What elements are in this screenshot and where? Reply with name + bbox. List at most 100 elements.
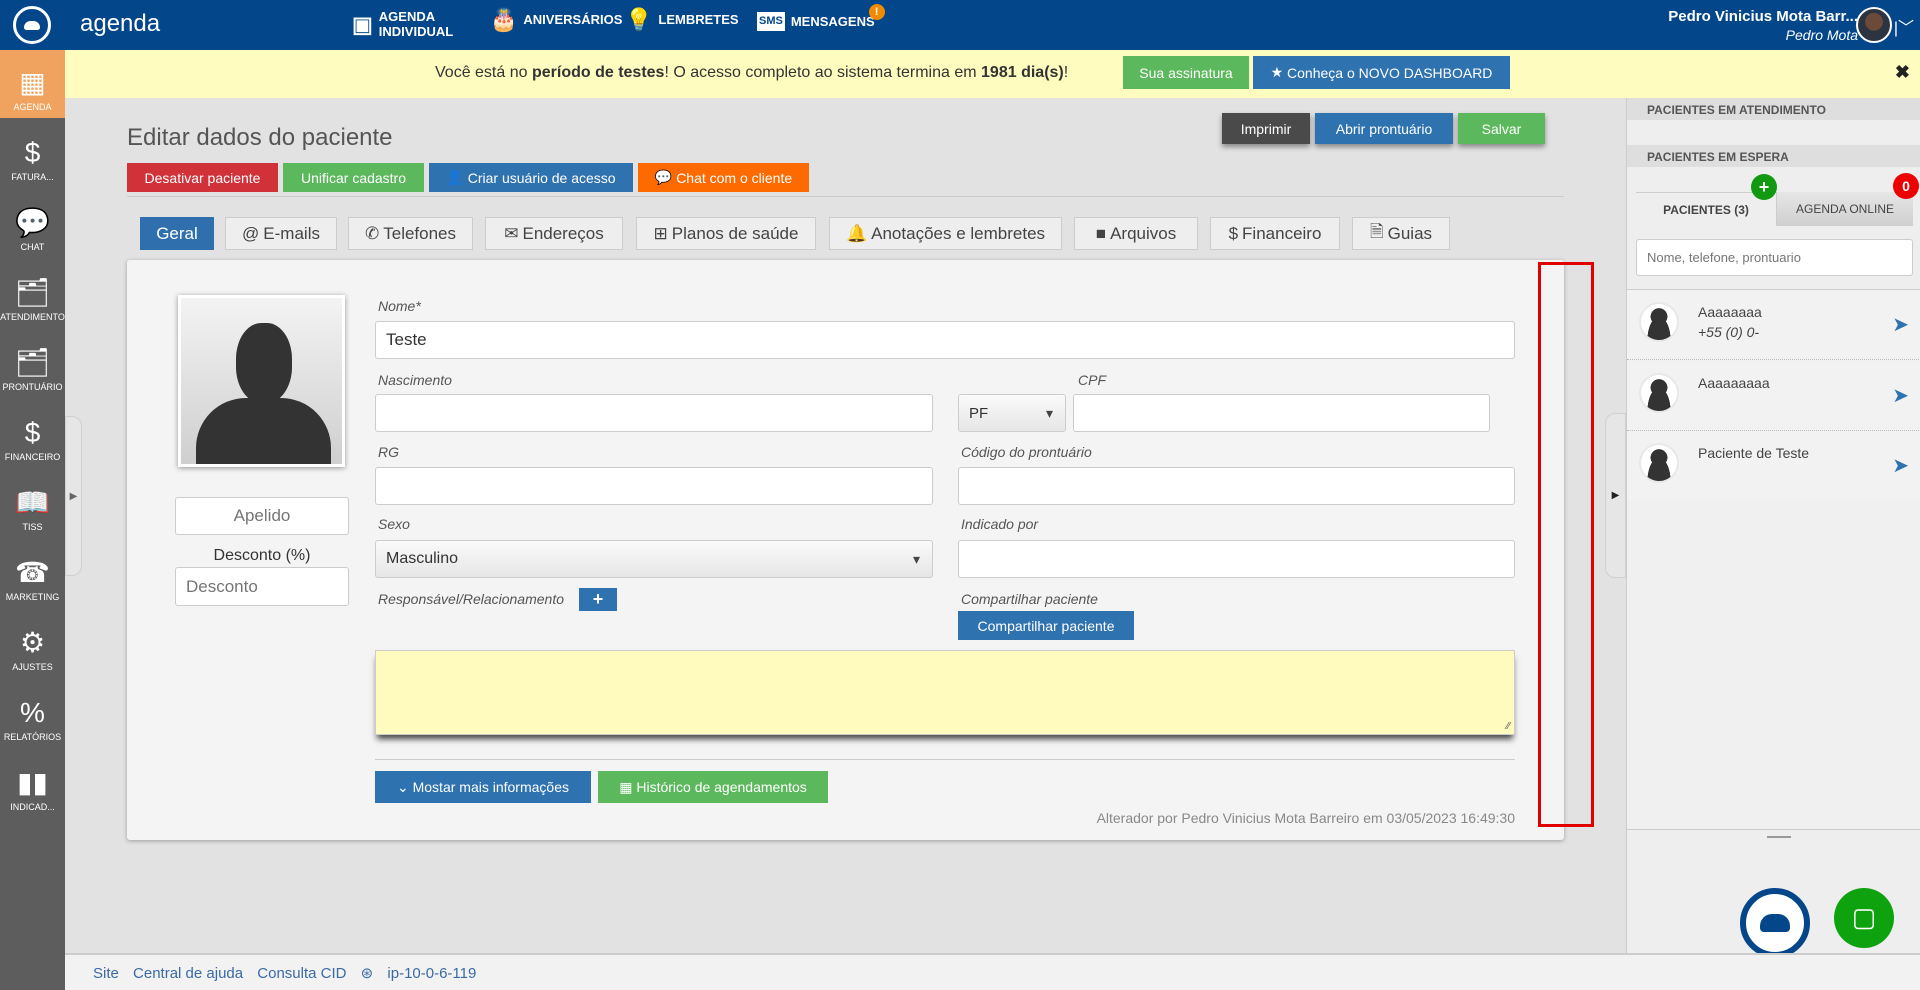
- list-item[interactable]: Paciente de Teste ➤: [1627, 431, 1920, 501]
- folder-icon: ■: [1095, 223, 1107, 243]
- new-dashboard-button[interactable]: ★ Conheça o NOVO DASHBOARD: [1253, 56, 1510, 89]
- cpf-label: CPF: [1078, 372, 1106, 388]
- server-id: ip-10-0-6-119: [387, 965, 477, 982]
- tab-online-schedule[interactable]: AGENDA ONLINE: [1777, 192, 1913, 226]
- patient-list: Aaaaaaaa +55 (0) 0- ➤ Aaaaaaaaa ➤ Paciente …: [1627, 289, 1920, 830]
- share-patient-button[interactable]: Compartilhar paciente: [958, 611, 1134, 640]
- notes-textarea[interactable]: ⁄⁄: [375, 650, 1515, 735]
- user-menu[interactable]: Pedro Vinicius Mota Barr... Pedro Mota: [1668, 8, 1858, 43]
- medkit-icon: ⊞: [653, 223, 668, 243]
- avatar[interactable]: [1856, 7, 1892, 43]
- more-info-button[interactable]: ⌄ Mostar mais informações: [375, 771, 591, 803]
- footer-link-help[interactable]: Central de ajuda: [133, 965, 243, 982]
- tab-planos[interactable]: ⊞ Planos de saúde: [636, 217, 816, 250]
- add-patient-icon[interactable]: +: [1751, 174, 1777, 200]
- folder-check-icon: 🗂: [14, 277, 51, 308]
- nav-lembretes[interactable]: 💡 LEMBRETES: [625, 9, 739, 31]
- bell-icon: 🔔: [845, 223, 868, 243]
- referred-input[interactable]: [958, 540, 1515, 578]
- save-button[interactable]: Salvar: [1458, 113, 1545, 144]
- merge-record-button[interactable]: Unificar cadastro: [283, 163, 424, 192]
- tab-geral[interactable]: Geral: [140, 217, 214, 250]
- print-button[interactable]: Imprimir: [1222, 113, 1310, 144]
- tab-guias[interactable]: 🗎 Guias: [1352, 217, 1450, 250]
- name-label: Nome*: [378, 298, 421, 314]
- list-item[interactable]: Aaaaaaaa +55 (0) 0- ➤: [1627, 290, 1920, 360]
- deactivate-patient-button[interactable]: Desativar paciente: [127, 163, 278, 192]
- tab-financeiro[interactable]: $ Financeiro: [1210, 217, 1340, 250]
- altered-by-text: Alterador por Pedro Vinicius Mota Barrei…: [1096, 810, 1515, 826]
- sidebar-item-tiss[interactable]: 📖 TISS: [0, 468, 65, 538]
- create-user-button[interactable]: 👤 Criar usuário de acesso: [429, 163, 633, 192]
- record-code-input[interactable]: [958, 467, 1515, 505]
- tab-enderecos[interactable]: ✉ Endereços: [485, 217, 623, 250]
- doc-type-select[interactable]: PF: [958, 394, 1066, 432]
- nickname-input[interactable]: [175, 497, 349, 535]
- cloud-logo-icon[interactable]: [13, 6, 51, 44]
- patient-photo[interactable]: [178, 295, 345, 467]
- resize-grip[interactable]: [1767, 836, 1791, 838]
- tab-telefones[interactable]: ✆ Telefones: [348, 217, 473, 250]
- name-input[interactable]: Teste: [375, 321, 1515, 359]
- tab-arquivos[interactable]: ■ Arquivos: [1074, 217, 1198, 250]
- sidebar-item-atendimento[interactable]: 🗂 ATENDIMENTO: [0, 258, 65, 328]
- send-icon[interactable]: ➤: [1892, 453, 1909, 478]
- left-collapse-handle[interactable]: ▶: [65, 416, 82, 576]
- divider: [127, 196, 1564, 197]
- star-icon: ★: [1270, 64, 1288, 80]
- discount-input[interactable]: [175, 567, 349, 606]
- page-title: Editar dados do paciente: [127, 124, 393, 151]
- chat-client-button[interactable]: 💬 Chat com o cliente: [638, 163, 809, 192]
- rg-input[interactable]: [375, 467, 933, 505]
- sidebar-item-ajustes[interactable]: ⚙ AJUSTES: [0, 608, 65, 678]
- divider: [375, 759, 1515, 760]
- nav-agenda-individual[interactable]: ▣ AGENDA INDIVIDUAL: [352, 9, 453, 39]
- sidebar-item-chat[interactable]: 💬 CHAT: [0, 188, 65, 258]
- top-bar: agenda ▣ AGENDA INDIVIDUAL 🎂 ANIVERSÁRIOS …: [0, 0, 1920, 50]
- subscription-button[interactable]: Sua assinatura: [1123, 56, 1249, 89]
- sidebar-item-financeiro[interactable]: $ FINANCEIRO: [0, 398, 65, 468]
- sms-icon: SMS: [757, 12, 785, 31]
- support-chat-icon[interactable]: ▢: [1834, 888, 1894, 948]
- sidebar-item-indicadores[interactable]: ▮▮ INDICAD...: [0, 748, 65, 818]
- cpf-input[interactable]: [1073, 394, 1490, 432]
- close-icon[interactable]: ✖: [1895, 62, 1910, 83]
- calendar-icon: ▦: [619, 778, 637, 795]
- send-icon[interactable]: ➤: [1892, 312, 1909, 337]
- footer-link-site[interactable]: Site: [93, 965, 119, 982]
- cloud-chat-icon[interactable]: [1740, 888, 1810, 958]
- list-item[interactable]: Aaaaaaaaa ➤: [1627, 361, 1920, 431]
- responsible-label: Responsável/Relacionamento: [378, 591, 564, 607]
- sex-select[interactable]: Masculino: [375, 540, 933, 578]
- open-record-button[interactable]: Abrir prontuário: [1315, 113, 1453, 144]
- birth-input[interactable]: [375, 394, 933, 432]
- online-count-badge: 0: [1893, 173, 1919, 199]
- dollar-icon: $: [1228, 223, 1239, 243]
- sidebar-item-relatorios[interactable]: % RELATÓRIOS: [0, 678, 65, 748]
- lifebuoy-icon: ⊛: [360, 965, 374, 982]
- sidebar-item-agenda[interactable]: ▦ AGENDA: [0, 50, 65, 118]
- footer-link-cid[interactable]: Consulta CID: [257, 965, 346, 982]
- patient-search-input[interactable]: [1636, 239, 1913, 276]
- book-icon: 📖: [15, 487, 50, 518]
- sidebar-item-fatura[interactable]: $ FATURA...: [0, 118, 65, 188]
- appointment-history-button[interactable]: ▦ Histórico de agendamentos: [598, 771, 828, 803]
- right-collapse-handle[interactable]: ▶: [1605, 413, 1626, 578]
- calendar-icon: ▦: [19, 67, 46, 98]
- birth-label: Nascimento: [378, 372, 452, 388]
- plus-icon: +: [592, 589, 604, 609]
- waiting-header: PACIENTES EM ESPERA: [1627, 145, 1920, 167]
- sidebar-item-marketing[interactable]: ☎ MARKETING: [0, 538, 65, 608]
- send-icon[interactable]: ➤: [1892, 383, 1909, 408]
- highlight-box: [1538, 262, 1594, 827]
- cake-icon: 🎂: [490, 7, 518, 32]
- chevron-down-icon[interactable]: |﹀: [1894, 14, 1914, 38]
- nav-aniversarios[interactable]: 🎂 ANIVERSÁRIOS: [490, 7, 622, 32]
- tab-anotacoes[interactable]: 🔔 Anotações e lembretes: [829, 217, 1062, 250]
- sidebar-item-prontuario[interactable]: 🗂 PRONTUÁRIO: [0, 328, 65, 398]
- resize-handle-icon[interactable]: ⁄⁄: [1507, 721, 1510, 732]
- add-responsible-button[interactable]: +: [579, 588, 617, 611]
- tab-emails[interactable]: @ E-mails: [225, 217, 337, 250]
- avatar: [1639, 443, 1679, 483]
- nav-mensagens[interactable]: SMS MENSAGENS!: [757, 4, 885, 31]
